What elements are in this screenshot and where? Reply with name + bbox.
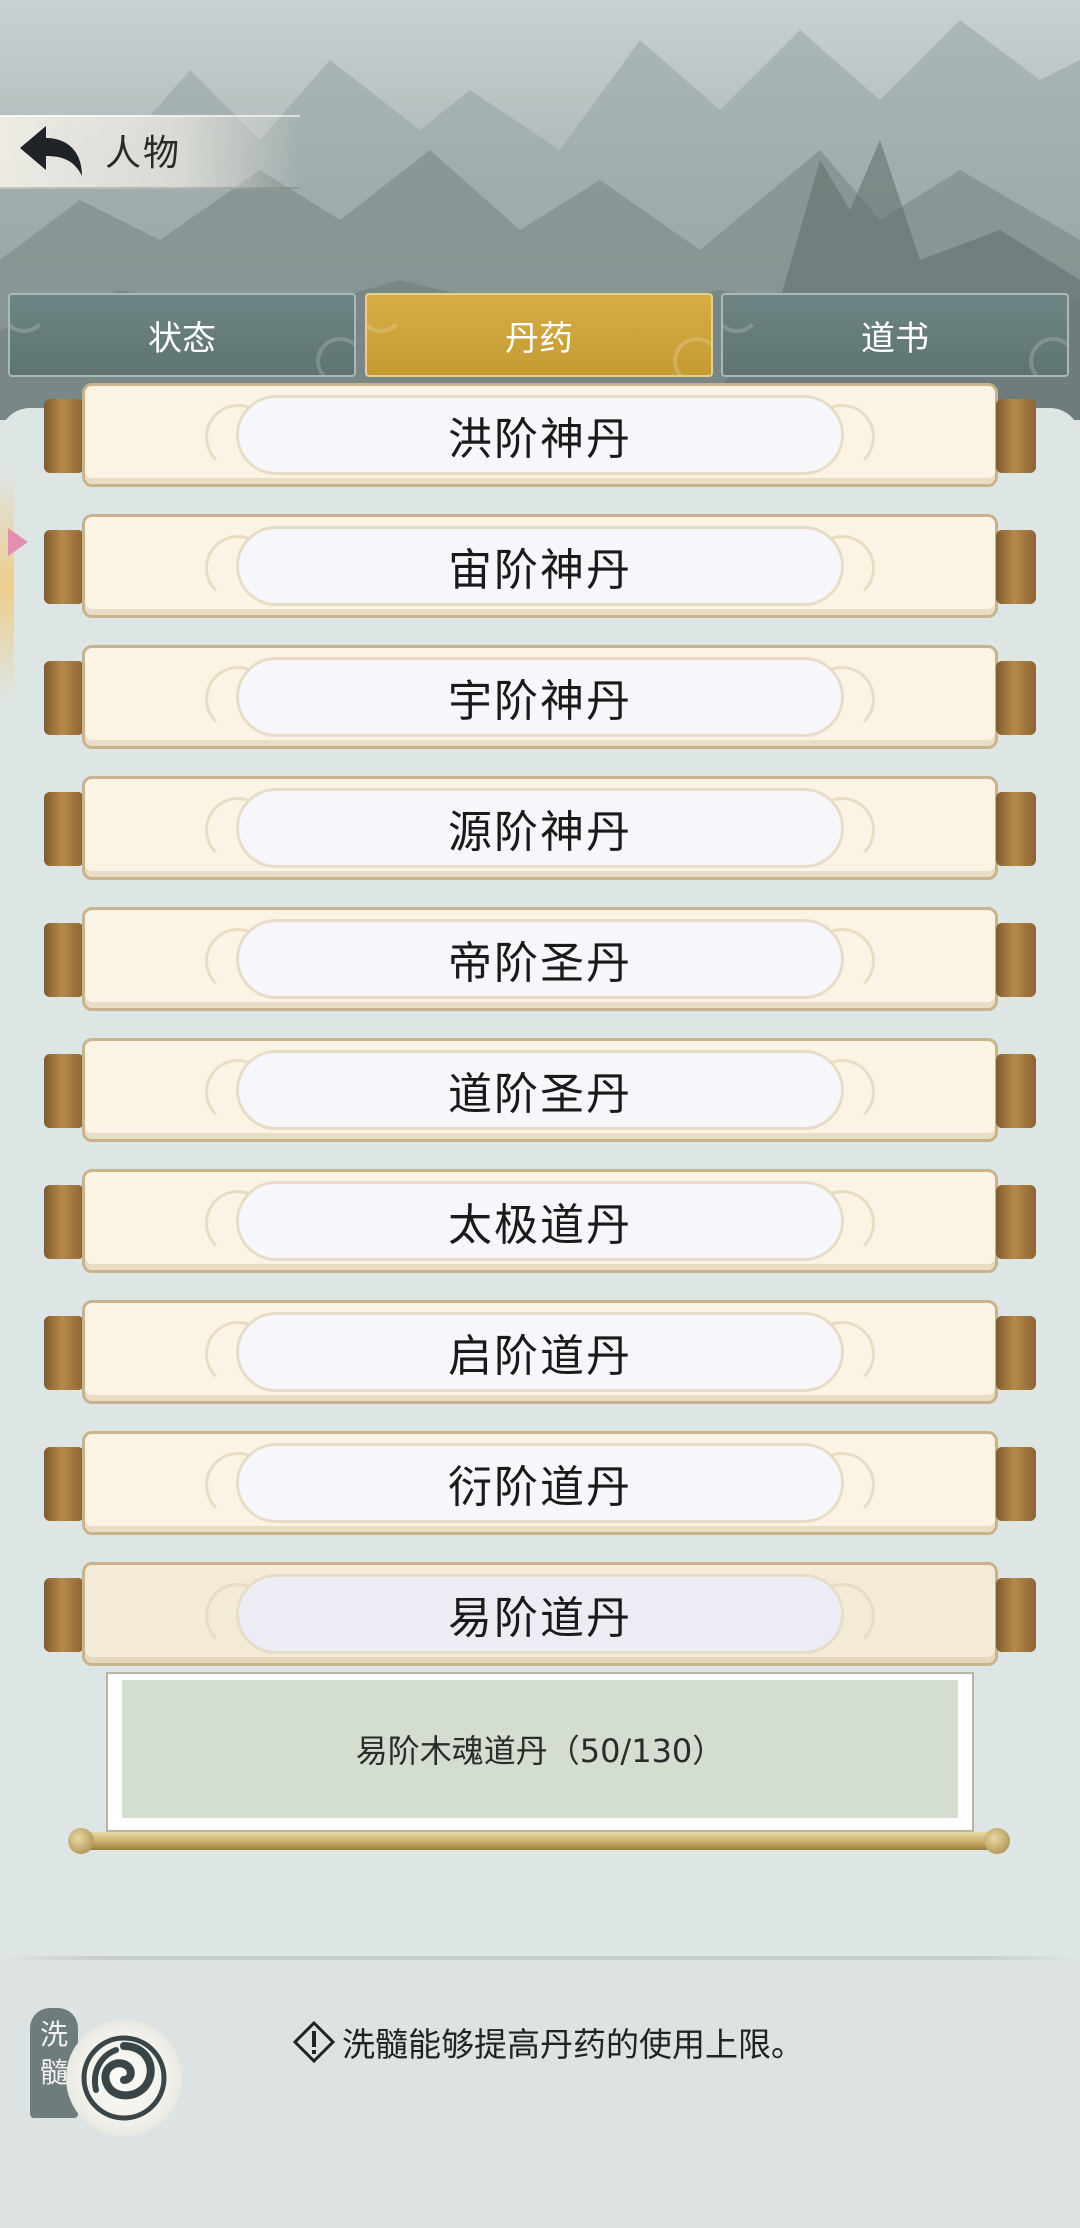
- pill-label: 洪阶神丹: [236, 395, 844, 475]
- pill-scroll-item[interactable]: 帝阶圣丹: [44, 905, 1036, 1015]
- tab-label: 状态: [148, 318, 216, 359]
- hint-text: 洗髓能够提高丹药的使用上限。: [342, 2025, 804, 2064]
- scroll-cap: [44, 923, 84, 997]
- pill-scroll-item[interactable]: 衍阶道丹: [44, 1429, 1036, 1539]
- scroll-cap: [996, 1185, 1036, 1259]
- tab-decoration: [367, 295, 405, 333]
- tab-decoration: [673, 337, 711, 375]
- scroll-cap: [44, 1316, 84, 1390]
- pill-label: 衍阶道丹: [236, 1443, 844, 1523]
- tab-decoration: [1029, 337, 1067, 375]
- pill-label: 源阶神丹: [236, 788, 844, 868]
- tab-status[interactable]: 状态: [8, 293, 356, 377]
- pill-scroll-item[interactable]: 宇阶神丹: [44, 643, 1036, 753]
- pill-scroll-item-selected[interactable]: 易阶道丹: [44, 1560, 1036, 1670]
- page-title: 人物: [105, 133, 182, 174]
- scroll-rod-end: [68, 1828, 94, 1854]
- pill-label: 宙阶神丹: [236, 526, 844, 606]
- scroll-rod-end: [984, 1828, 1010, 1854]
- side-arrow-icon: [8, 528, 28, 556]
- scroll-cap: [44, 1054, 84, 1128]
- pill-scroll-item[interactable]: 宙阶神丹: [44, 512, 1036, 622]
- tab-label: 道书: [861, 318, 929, 359]
- pill-scroll-item[interactable]: 启阶道丹: [44, 1298, 1036, 1408]
- pill-label: 太极道丹: [236, 1181, 844, 1261]
- footer-divider: [0, 1956, 1080, 1960]
- footer-hint: 洗髓能够提高丹药的使用上限。: [292, 2018, 804, 2066]
- scroll-cap: [996, 399, 1036, 473]
- scroll-cap: [44, 661, 84, 735]
- tab-decoration: [316, 337, 354, 375]
- scroll-cap: [996, 661, 1036, 735]
- scroll-cap: [44, 1185, 84, 1259]
- scroll-cap: [996, 792, 1036, 866]
- scroll-cap: [996, 1447, 1036, 1521]
- pill-label: 易阶道丹: [236, 1574, 844, 1654]
- pill-scroll-item[interactable]: 道阶圣丹: [44, 1036, 1036, 1146]
- scroll-cap: [44, 530, 84, 604]
- pill-label: 道阶圣丹: [236, 1050, 844, 1130]
- pill-scroll-item[interactable]: 洪阶神丹: [44, 381, 1036, 491]
- pill-label: 启阶道丹: [236, 1312, 844, 1392]
- scroll-cap: [44, 1447, 84, 1521]
- scroll-cap: [996, 1054, 1036, 1128]
- tab-label: 丹药: [505, 318, 573, 359]
- pill-scroll-item[interactable]: 太极道丹: [44, 1167, 1036, 1277]
- tab-decoration: [723, 295, 761, 333]
- scroll-cap: [996, 1316, 1036, 1390]
- scroll-rod: [74, 1832, 1006, 1850]
- pill-detail-panel: 易阶木魂道丹（50/130）: [106, 1672, 974, 1832]
- scroll-cap: [44, 792, 84, 866]
- tab-books[interactable]: 道书: [721, 293, 1069, 377]
- scroll-cap: [44, 1578, 84, 1652]
- side-indicator: [0, 470, 14, 700]
- pill-label: 帝阶圣丹: [236, 919, 844, 999]
- tab-pills[interactable]: 丹药: [365, 293, 713, 377]
- scroll-cap: [996, 1578, 1036, 1652]
- pill-detail-text: 易阶木魂道丹（50/130）: [122, 1680, 958, 1818]
- wash-button[interactable]: [66, 2020, 182, 2136]
- scroll-cap: [44, 399, 84, 473]
- warning-icon: [292, 2020, 336, 2064]
- scroll-cap: [996, 530, 1036, 604]
- tab-decoration: [10, 295, 48, 333]
- back-arrow-icon[interactable]: [12, 118, 88, 182]
- scroll-cap: [996, 923, 1036, 997]
- pill-label: 宇阶神丹: [236, 657, 844, 737]
- swirl-icon: [81, 2035, 167, 2121]
- pill-scroll-item[interactable]: 源阶神丹: [44, 774, 1036, 884]
